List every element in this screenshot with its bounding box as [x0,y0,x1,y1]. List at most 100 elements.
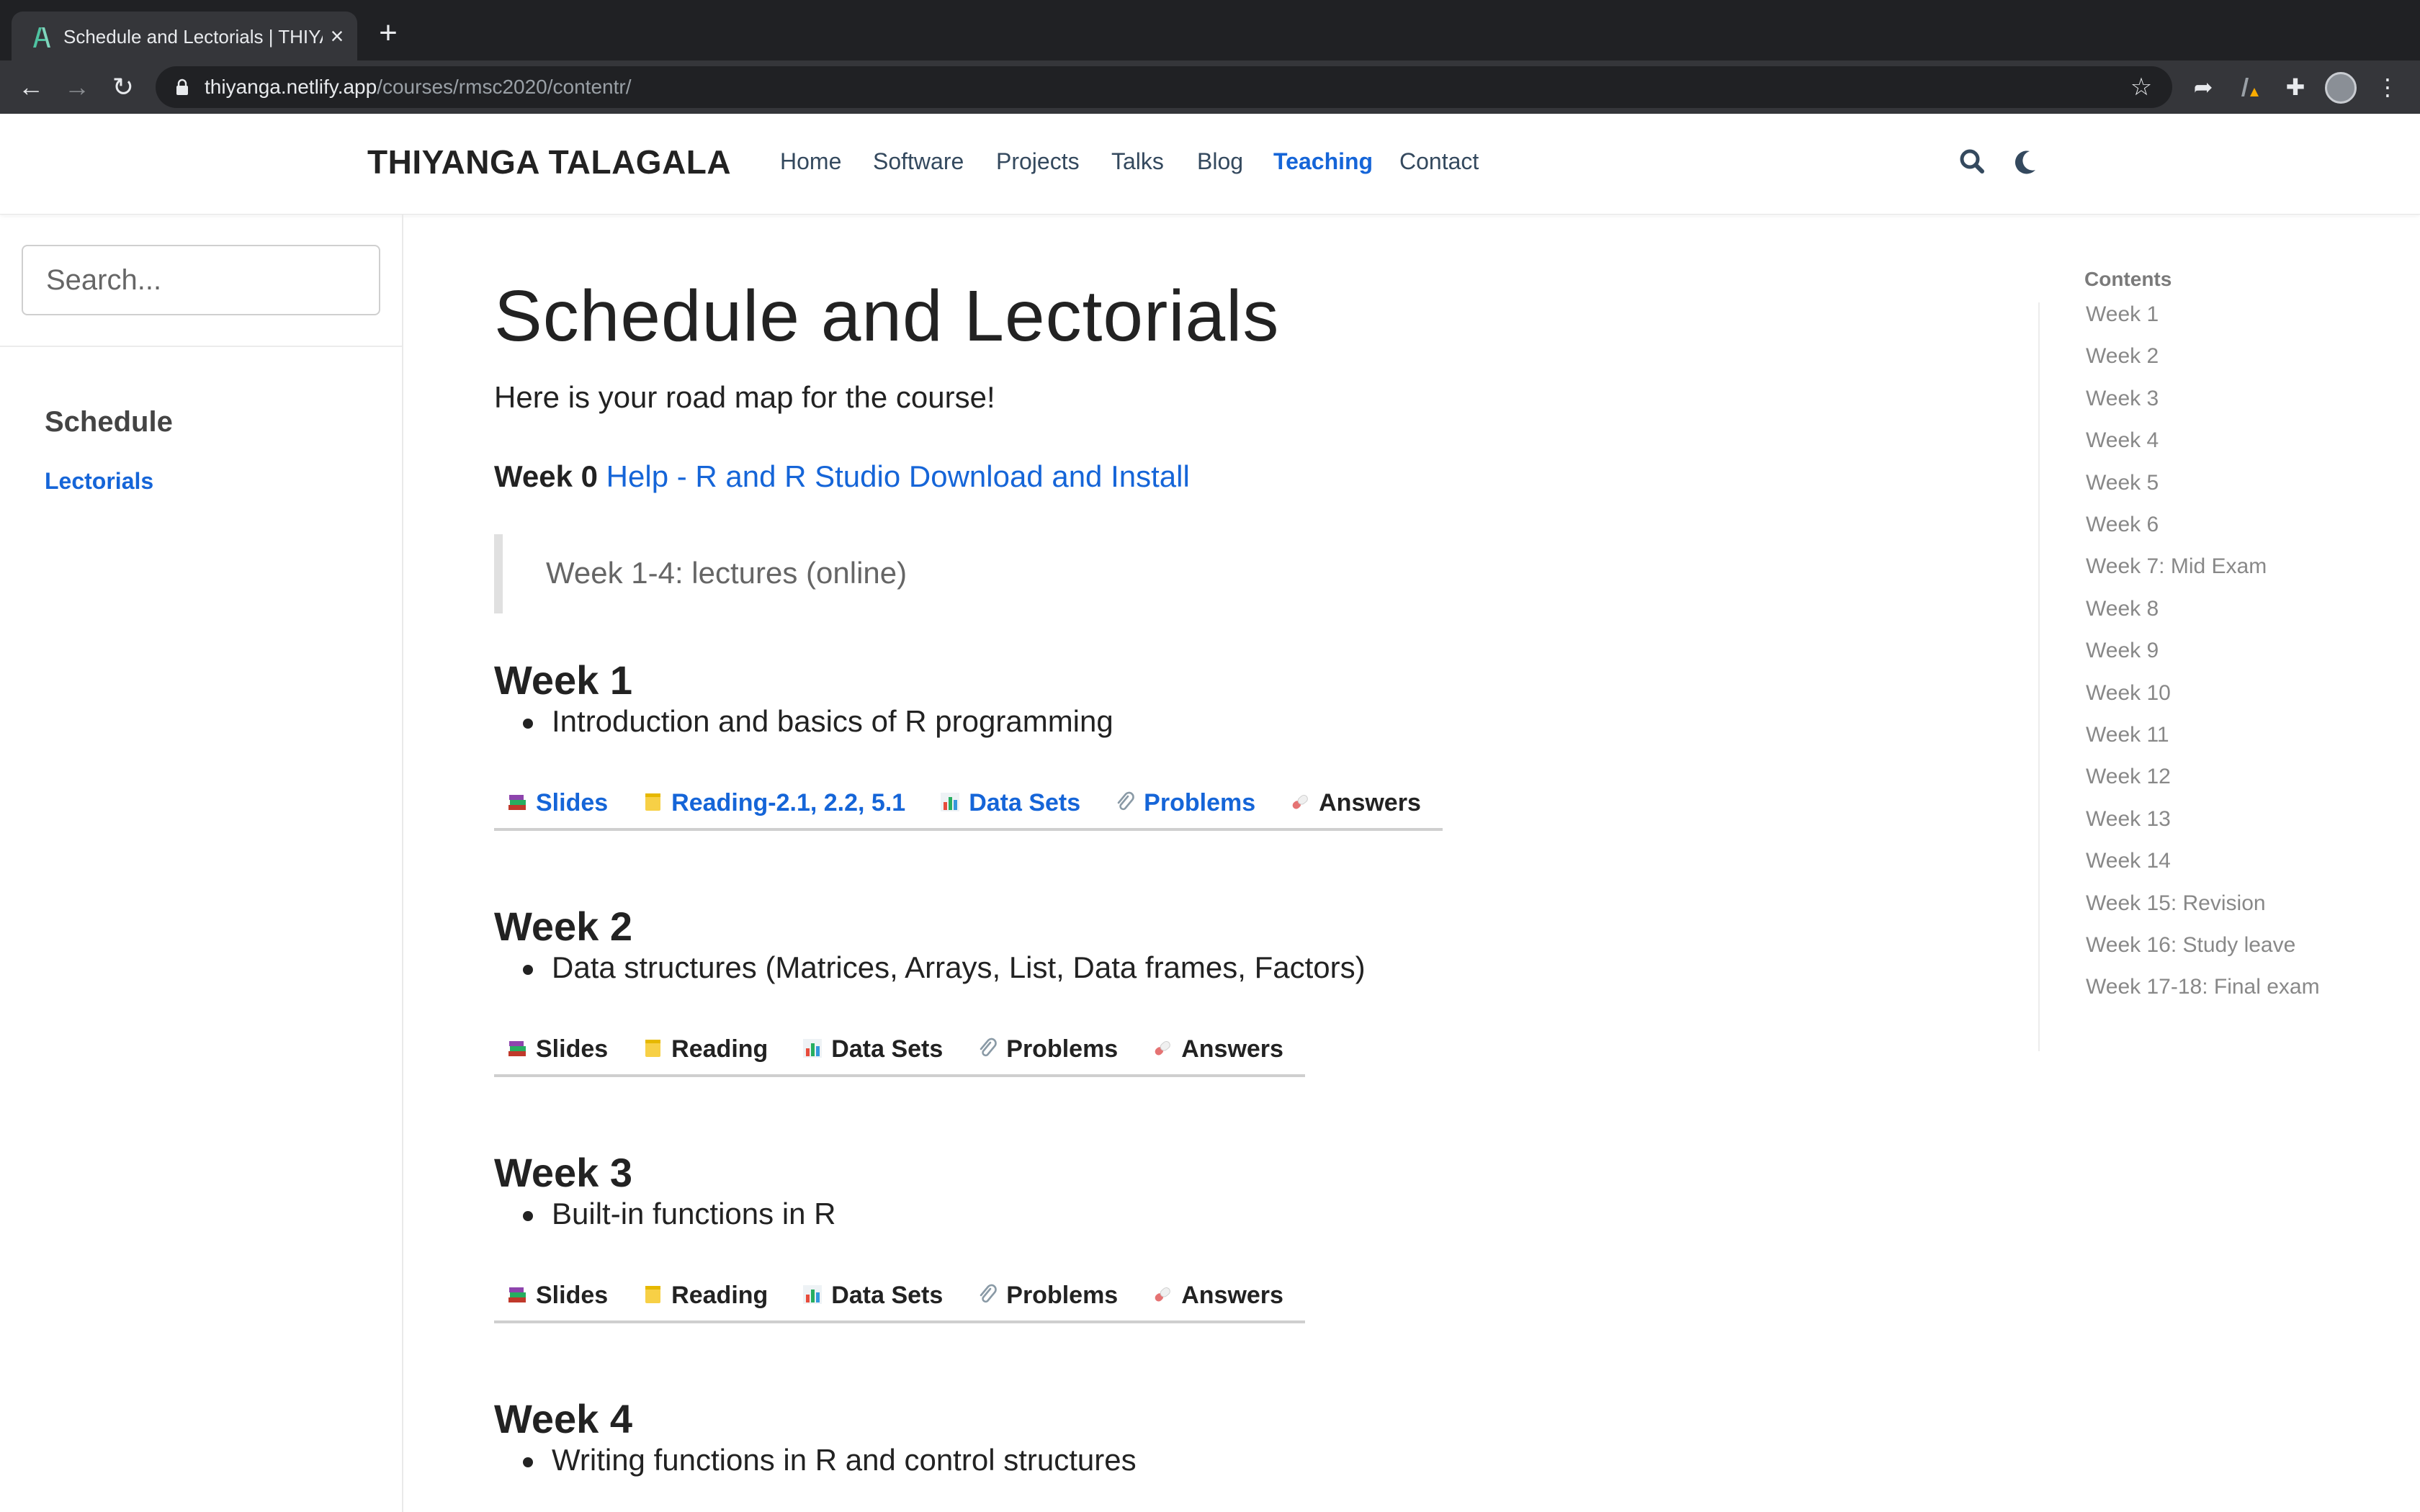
nav-contact[interactable]: Contact [1399,148,1479,175]
resource-data-link[interactable]: Data Sets [801,1030,943,1068]
week0-install-link[interactable]: Help - R and R Studio Download and Insta… [606,459,1190,493]
notepad-icon [645,793,661,811]
week-topic: Data structures (Matrices, Arrays, List,… [552,950,1366,984]
intro-text: Here is your road map for the course! [494,380,995,414]
resource-reading-link[interactable]: Reading [641,1276,768,1315]
nav-blog[interactable]: Blog [1197,148,1243,175]
toc-item[interactable]: Week 10 [2086,681,2171,706]
site-brand[interactable]: THIYANGA TALAGALA [367,143,731,181]
paperclip-icon [1117,791,1134,811]
nav-software[interactable]: Software [873,148,964,175]
toc-item[interactable]: Week 17-18: Final exam [2086,975,2320,999]
books-icon [508,795,526,810]
week0-line: Week 0 Help - R and R Studio Download an… [494,459,1190,494]
toc-item[interactable]: Week 16: Study leave [2086,933,2295,958]
bullet [523,1457,533,1467]
main-content: Schedule and Lectorials Here is your roa… [494,215,2007,1512]
week-section: Week 3 Built-in functions in R Slides Rea… [494,1149,1935,1380]
toc-item[interactable]: Week 13 [2086,807,2171,832]
resource-data-link[interactable]: Data Sets [801,1276,943,1315]
resource-label: Slides [536,789,609,816]
extensions-puzzle-icon[interactable]: ✚ [2279,71,2312,104]
page-title: Schedule and Lectorials [494,276,1280,356]
nav-projects[interactable]: Projects [996,148,1080,175]
toc-item[interactable]: Week 4 [2086,428,2159,453]
resource-slides-link[interactable]: Slides [506,783,608,822]
week-section: Week 2 Data structures (Matrices, Arrays… [494,903,1935,1133]
resource-answers-link[interactable]: Answers [1151,1030,1283,1068]
resource-data-link[interactable]: Data Sets [938,783,1080,822]
resource-label: Problems [1144,789,1256,816]
sidebar-item-lectorials[interactable]: Lectorials [45,468,153,495]
left-sidebar: Schedule Lectorials [0,215,403,1512]
notepad-icon [645,1286,661,1303]
toc-item[interactable]: Week 3 [2086,387,2159,411]
new-tab-button[interactable]: + [370,17,406,53]
resource-label: Data Sets [969,789,1081,816]
resource-reading-link[interactable]: Reading-2.1, 2.2, 5.1 [641,783,905,822]
toc-item[interactable]: Week 11 [2086,723,2169,747]
nav-talks[interactable]: Talks [1111,148,1164,175]
pill-icon [1155,1287,1171,1302]
resource-row: Slides Reading Data Sets Problems Answers [494,1030,1305,1077]
reload-icon[interactable]: ↻ [105,69,141,105]
browser-tab[interactable]: Schedule and Lectorials | THIYANGA TALAG… [12,12,357,60]
toc-item[interactable]: Week 2 [2086,344,2159,369]
resource-label: Problems [1006,1282,1119,1309]
week-section: Week 4 Writing functions in R and contro… [494,1395,1935,1511]
resource-slides-link[interactable]: Slides [506,1030,608,1068]
blockquote-text: Week 1-4: lectures (online) [546,556,908,590]
nav-teaching[interactable]: Teaching [1273,148,1373,175]
bullet [523,965,533,975]
resource-problems-link[interactable]: Problems [976,1276,1118,1315]
bookmark-star-icon[interactable]: ☆ [2128,73,2155,101]
resource-label: Reading [671,1282,768,1309]
week-topic: Writing functions in R and control struc… [552,1443,1137,1477]
resource-label: Slides [536,1282,609,1309]
resource-slides-link[interactable]: Slides [506,1276,608,1315]
sidebar-divider [0,346,402,347]
toc-item[interactable]: Week 14 [2086,849,2171,873]
sidebar-heading-schedule[interactable]: Schedule [45,406,173,438]
toc-heading: Contents [2084,268,2172,290]
notepad-icon [645,1040,661,1057]
toc-item[interactable]: Week 12 [2086,765,2171,789]
browser-menu-icon[interactable]: ⋮ [2371,71,2404,104]
toc-item[interactable]: Week 8 [2086,597,2159,621]
extension-warning-icon[interactable] [2233,71,2266,104]
toc-item[interactable]: Week 1 [2086,302,2159,327]
toc-item[interactable]: Week 5 [2086,471,2159,495]
resource-label: Problems [1006,1035,1119,1063]
address-bar[interactable]: thiyanga.netlify.app/courses/rmsc2020/co… [156,66,2172,108]
toc-item[interactable]: Week 6 [2086,513,2159,537]
toc-item[interactable]: Week 9 [2086,639,2159,663]
resource-label: Data Sets [831,1035,944,1063]
resource-row: Slides Reading Data Sets Problems Answers [494,1276,1305,1323]
resource-problems-link[interactable]: Problems [1113,783,1255,822]
search-input[interactable] [22,245,380,315]
resource-reading-link[interactable]: Reading [641,1030,768,1068]
search-icon[interactable] [1955,144,1991,180]
close-tab-icon[interactable]: × [323,22,351,50]
url-host: thiyanga.netlify.app [205,76,377,98]
share-arrow-icon[interactable]: ➦ [2187,71,2220,104]
bullet [523,1211,533,1221]
bar-chart-icon [941,793,960,811]
forward-arrow-icon[interactable]: → [59,69,95,105]
week0-label: Week 0 [494,459,598,493]
resource-answers-link[interactable]: Answers [1151,1276,1283,1315]
bullet [523,719,533,729]
resource-label: Answers [1181,1282,1283,1309]
week-heading: Week 2 [494,904,632,949]
toc-item[interactable]: Week 15: Revision [2086,891,2266,916]
resource-label: Slides [536,1035,609,1063]
toc-item[interactable]: Week 7: Mid Exam [2086,554,2267,579]
site-favicon-icon [33,27,50,48]
resource-problems-link[interactable]: Problems [976,1030,1118,1068]
profile-avatar[interactable] [2325,72,2357,104]
resource-answers-link[interactable]: Answers [1289,783,1421,822]
dark-mode-moon-icon[interactable] [2008,144,2044,180]
back-arrow-icon[interactable]: ← [13,69,49,105]
pill-icon [1292,795,1308,809]
nav-home[interactable]: Home [780,148,841,175]
